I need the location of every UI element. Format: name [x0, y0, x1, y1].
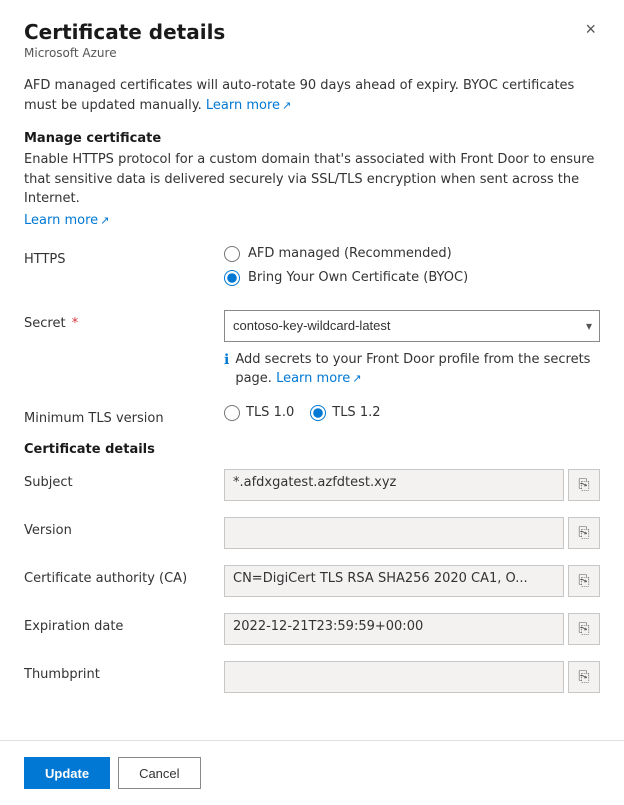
- tls-row: Minimum TLS version TLS 1.0 TLS 1.2: [24, 405, 600, 426]
- radio-afd-managed-label: AFD managed (Recommended): [248, 246, 452, 261]
- https-control: AFD managed (Recommended) Bring Your Own…: [224, 246, 600, 294]
- version-value: [224, 517, 564, 549]
- form-section: HTTPS AFD managed (Recommended) Bring Yo…: [24, 246, 600, 693]
- secret-select-wrapper: contoso-key-wildcard-latest ▾: [224, 310, 600, 342]
- thumbprint-row: Thumbprint ⎘: [24, 661, 600, 693]
- ca-copy-button[interactable]: ⎘: [568, 565, 600, 597]
- secret-label: Secret *: [24, 310, 224, 331]
- ca-row: Certificate authority (CA) CN=DigiCert T…: [24, 565, 600, 597]
- subject-field-wrapper: *.afdxgatest.azfdtest.xyz ⎘: [224, 469, 600, 501]
- version-row: Version ⎘: [24, 517, 600, 549]
- expiration-label: Expiration date: [24, 613, 224, 634]
- thumbprint-label: Thumbprint: [24, 661, 224, 682]
- expiration-control: 2022-12-21T23:59:59+00:00 ⎘: [224, 613, 600, 645]
- ca-control: CN=DigiCert TLS RSA SHA256 2020 CA1, O..…: [224, 565, 600, 597]
- secret-control: contoso-key-wildcard-latest ▾ ℹ Add secr…: [224, 310, 600, 389]
- header-text: Certificate details Microsoft Azure: [24, 20, 225, 60]
- radio-tls12-label: TLS 1.2: [332, 405, 380, 420]
- expiration-copy-button[interactable]: ⎘: [568, 613, 600, 645]
- radio-tls12-input[interactable]: [310, 405, 326, 421]
- radio-tls10-input[interactable]: [224, 405, 240, 421]
- ca-field-wrapper: CN=DigiCert TLS RSA SHA256 2020 CA1, O..…: [224, 565, 600, 597]
- thumbprint-control: ⎘: [224, 661, 600, 693]
- secret-info-note: ℹ Add secrets to your Front Door profile…: [224, 350, 600, 389]
- info-banner-text: AFD managed certificates will auto-rotat…: [24, 78, 574, 113]
- radio-byoc-label: Bring Your Own Certificate (BYOC): [248, 270, 468, 285]
- manage-cert-title: Manage certificate: [24, 131, 600, 146]
- radio-afd-managed-input[interactable]: [224, 246, 240, 262]
- info-banner: AFD managed certificates will auto-rotat…: [24, 76, 600, 115]
- cancel-button[interactable]: Cancel: [118, 757, 200, 789]
- certificate-details-dialog: Certificate details Microsoft Azure × AF…: [0, 0, 624, 805]
- subject-row: Subject *.afdxgatest.azfdtest.xyz ⎘: [24, 469, 600, 501]
- version-label: Version: [24, 517, 224, 538]
- external-link-icon-3: ↗: [352, 371, 361, 388]
- tls-control: TLS 1.0 TLS 1.2: [224, 405, 600, 421]
- expiration-row: Expiration date 2022-12-21T23:59:59+00:0…: [24, 613, 600, 645]
- ca-value: CN=DigiCert TLS RSA SHA256 2020 CA1, O..…: [224, 565, 564, 597]
- subject-control: *.afdxgatest.azfdtest.xyz ⎘: [224, 469, 600, 501]
- external-link-icon-2: ↗: [100, 214, 109, 227]
- manage-cert-desc: Enable HTTPS protocol for a custom domai…: [24, 150, 600, 209]
- required-marker: *: [68, 316, 79, 331]
- subject-label: Subject: [24, 469, 224, 490]
- https-row: HTTPS AFD managed (Recommended) Bring Yo…: [24, 246, 600, 294]
- radio-byoc-input[interactable]: [224, 270, 240, 286]
- cert-details-title: Certificate details: [24, 442, 600, 457]
- radio-afd-managed[interactable]: AFD managed (Recommended): [224, 246, 600, 262]
- version-field-wrapper: ⎘: [224, 517, 600, 549]
- dialog-footer: Update Cancel: [0, 740, 624, 805]
- update-button[interactable]: Update: [24, 757, 110, 789]
- tls-options: TLS 1.0 TLS 1.2: [224, 405, 600, 421]
- thumbprint-value: [224, 661, 564, 693]
- version-copy-button[interactable]: ⎘: [568, 517, 600, 549]
- secret-row: Secret * contoso-key-wildcard-latest ▾ ℹ…: [24, 310, 600, 389]
- close-button[interactable]: ×: [581, 20, 600, 38]
- ca-label: Certificate authority (CA): [24, 565, 224, 586]
- dialog-subtitle: Microsoft Azure: [24, 46, 225, 60]
- expiration-value: 2022-12-21T23:59:59+00:00: [224, 613, 564, 645]
- version-control: ⎘: [224, 517, 600, 549]
- subject-copy-button[interactable]: ⎘: [568, 469, 600, 501]
- learn-more-link-secret[interactable]: Learn more ↗: [276, 371, 361, 386]
- learn-more-link-banner[interactable]: Learn more ↗: [206, 98, 291, 113]
- radio-byoc[interactable]: Bring Your Own Certificate (BYOC): [224, 270, 600, 286]
- dialog-header: Certificate details Microsoft Azure ×: [0, 0, 624, 64]
- thumbprint-field-wrapper: ⎘: [224, 661, 600, 693]
- thumbprint-copy-button[interactable]: ⎘: [568, 661, 600, 693]
- radio-tls10[interactable]: TLS 1.0: [224, 405, 294, 421]
- info-circle-icon: ℹ: [224, 350, 229, 371]
- secret-info-text: Add secrets to your Front Door profile f…: [235, 350, 600, 389]
- dialog-body: AFD managed certificates will auto-rotat…: [0, 64, 624, 740]
- radio-tls10-label: TLS 1.0: [246, 405, 294, 420]
- radio-tls12[interactable]: TLS 1.2: [310, 405, 380, 421]
- https-label: HTTPS: [24, 246, 224, 267]
- secret-select[interactable]: contoso-key-wildcard-latest: [224, 310, 600, 342]
- tls-label: Minimum TLS version: [24, 405, 224, 426]
- expiration-field-wrapper: 2022-12-21T23:59:59+00:00 ⎘: [224, 613, 600, 645]
- learn-more-link-manage[interactable]: Learn more ↗: [24, 213, 109, 228]
- external-link-icon: ↗: [282, 98, 291, 115]
- subject-value: *.afdxgatest.azfdtest.xyz: [224, 469, 564, 501]
- dialog-title: Certificate details: [24, 20, 225, 44]
